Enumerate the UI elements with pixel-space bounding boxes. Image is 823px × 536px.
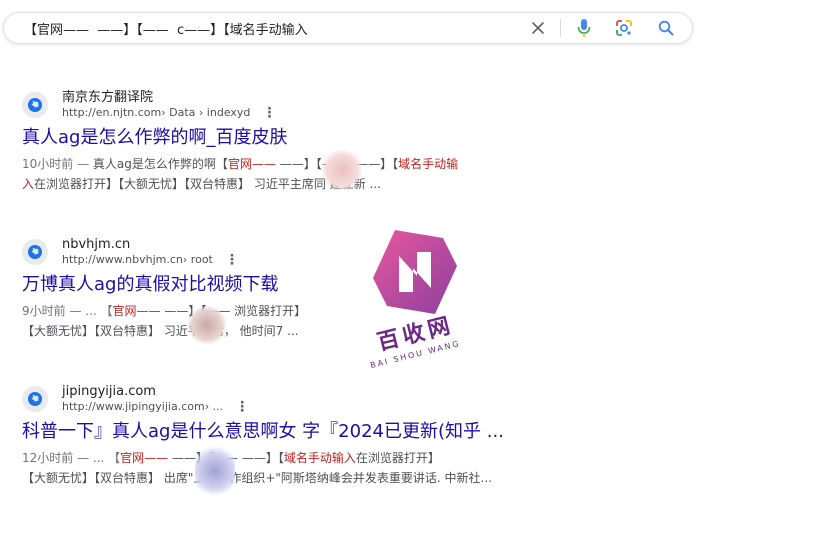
result-snippet: 9小时前 — ... 【官网—— ——】【—— 浏览器打开】 【大额无忧】【双台… xyxy=(22,301,642,341)
globe-icon xyxy=(28,245,42,259)
snippet-highlight: 官网—— xyxy=(227,157,276,171)
globe-icon xyxy=(28,392,42,406)
snippet-time: 9小时前 — ... 【 xyxy=(22,304,113,318)
search-result: nbvhjm.cn http://www.nbvhjm.cn › root ⋮ … xyxy=(22,237,642,341)
globe-icon xyxy=(28,98,42,112)
lens-icon xyxy=(616,20,632,36)
more-vert-icon[interactable]: ⋮ xyxy=(225,253,239,267)
snippet-text: 【大额无忧】【双台特惠】 出席"上海合作组织+"阿斯塔纳峰会并发表重要讲话. 中… xyxy=(22,471,492,485)
result-title[interactable]: 真人ag是怎么作弊的啊_百度皮肤 xyxy=(22,126,642,150)
snippet-highlight: 官网—— xyxy=(112,304,161,318)
result-title[interactable]: 科普一下』真人ag是什么意思啊女 字『2024已更新(知乎 ... xyxy=(22,420,642,444)
snippet-line: 【大额无忧】【双台特惠】 出席"上海合作组织+"阿斯塔纳峰会并发表重要讲话. 中… xyxy=(22,468,642,488)
site-url-host: http://www.nbvhjm.cn xyxy=(62,253,183,266)
snippet-highlight: 域名手动输入 xyxy=(283,451,356,465)
image-search-button[interactable] xyxy=(612,16,636,40)
site-url[interactable]: http://en.njtn.com › Data › indexyd ⋮ xyxy=(62,106,276,120)
site-url-host: http://www.jipingyijia.com xyxy=(62,400,205,413)
blur-patch xyxy=(195,446,235,496)
search-icon xyxy=(658,20,674,36)
site-url-path: › ... xyxy=(204,400,224,413)
site-url-path: › root xyxy=(182,253,213,266)
result-site-row: nbvhjm.cn http://www.nbvhjm.cn › root ⋮ xyxy=(22,237,642,267)
more-vert-icon[interactable]: ⋮ xyxy=(235,400,249,414)
snippet-text: 在浏览器打开】 xyxy=(355,451,440,465)
site-name[interactable]: nbvhjm.cn xyxy=(62,237,239,253)
logo-icon xyxy=(373,230,457,314)
voice-search-button[interactable] xyxy=(572,16,596,40)
search-result: jipingyijia.com http://www.jipingyijia.c… xyxy=(22,384,642,488)
site-name[interactable]: 南京东方翻译院 xyxy=(62,90,276,106)
mic-icon xyxy=(577,19,591,37)
clear-icon xyxy=(532,22,544,34)
result-title[interactable]: 万博真人ag的真假对比视频下载 xyxy=(22,273,642,297)
snippet-highlight: 入 xyxy=(22,177,35,191)
site-meta: jipingyijia.com http://www.jipingyijia.c… xyxy=(62,384,249,414)
blur-patch xyxy=(188,306,226,344)
snippet-text: 真人ag是怎么作弊的啊【 xyxy=(92,157,228,171)
watermark: 百收网 BAI SHOU WANG xyxy=(350,222,480,382)
site-meta: nbvhjm.cn http://www.nbvhjm.cn › root ⋮ xyxy=(62,237,239,267)
snippet-text: ——】【—— 浏览器打开】 xyxy=(160,304,307,318)
more-vert-icon[interactable]: ⋮ xyxy=(262,106,276,120)
snippet-highlight: 域名手动输 xyxy=(398,157,459,171)
site-url-path: › Data › indexyd xyxy=(161,106,251,119)
search-button[interactable] xyxy=(654,16,678,40)
snippet-time: 12小时前 — ... 【 xyxy=(22,451,121,465)
snippet-line: 12小时前 — ... 【官网—— ——】【—— ——】【域名手动输入在浏览器打… xyxy=(22,448,642,468)
snippet-line: 【大额无忧】【双台特惠】 习近平主席， 他时间7 ... xyxy=(22,321,642,341)
site-url[interactable]: http://www.jipingyijia.com › ... ⋮ xyxy=(62,400,249,414)
snippet-line: 9小时前 — ... 【官网—— ——】【—— 浏览器打开】 xyxy=(22,301,642,321)
search-bar xyxy=(3,12,693,44)
favicon[interactable] xyxy=(22,92,48,118)
blur-patch xyxy=(322,150,362,190)
site-meta: 南京东方翻译院 http://en.njtn.com › Data › inde… xyxy=(62,90,276,120)
favicon[interactable] xyxy=(22,239,48,265)
site-name[interactable]: jipingyijia.com xyxy=(62,384,249,400)
clear-button[interactable] xyxy=(526,16,550,40)
result-site-row: 南京东方翻译院 http://en.njtn.com › Data › inde… xyxy=(22,90,642,120)
snippet-text: 【大额无忧】【双台特惠】 习近平主席， 他时间7 ... xyxy=(22,324,299,338)
site-url[interactable]: http://www.nbvhjm.cn › root ⋮ xyxy=(62,253,239,267)
divider xyxy=(560,19,561,37)
favicon[interactable] xyxy=(22,386,48,412)
snippet-highlight: 官网—— xyxy=(120,451,169,465)
site-url-host: http://en.njtn.com xyxy=(62,106,162,119)
result-site-row: jipingyijia.com http://www.jipingyijia.c… xyxy=(22,384,642,414)
result-snippet: 12小时前 — ... 【官网—— ——】【—— ——】【域名手动输入在浏览器打… xyxy=(22,448,642,488)
snippet-time: 10小时前 — xyxy=(22,157,93,171)
search-input[interactable] xyxy=(24,19,519,37)
